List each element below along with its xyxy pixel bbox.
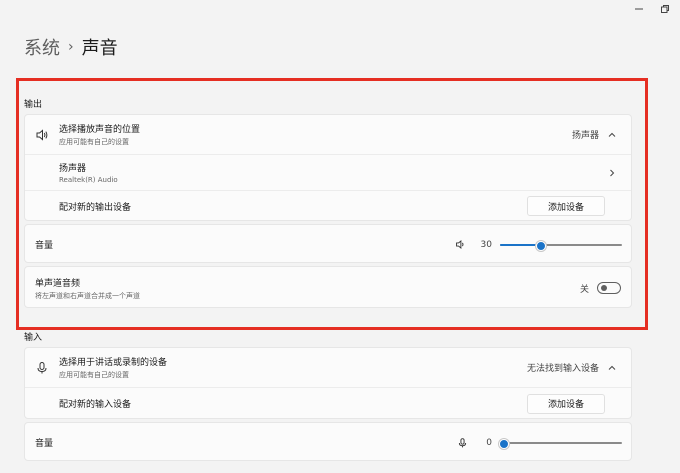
output-section-label: 输出 (24, 100, 43, 110)
output-volume-value: 30 (480, 239, 492, 250)
mono-audio-title: 单声道音频 (35, 278, 81, 289)
output-volume-label: 音量 (35, 241, 54, 251)
chevron-right-icon[interactable] (607, 168, 619, 178)
restore-icon[interactable] (660, 4, 672, 14)
breadcrumb-parent[interactable]: 系统 (24, 34, 60, 60)
choose-input-device-row[interactable]: 选择用于讲话或录制的设备 应用可能有自己的设置 无法找到输入设备 (25, 348, 631, 387)
breadcrumb-separator: › (68, 39, 74, 55)
speaker-device-subtitle: Realtek(R) Audio (59, 176, 118, 184)
speaker-icon (25, 128, 59, 142)
output-volume-thumb[interactable] (535, 240, 546, 251)
output-volume-card: 音量 30 (24, 224, 632, 263)
input-section-label: 输入 (24, 333, 43, 343)
selected-input-device: 无法找到输入设备 (526, 364, 599, 374)
mono-audio-card: 单声道音频 将左声道和右声道合并成一个声道 关 (24, 266, 632, 308)
microphone-icon (25, 361, 59, 375)
speaker-device-title: 扬声器 (59, 164, 87, 174)
input-volume-card: 音量 0 (24, 422, 632, 461)
output-device-card: 选择播放声音的位置 应用可能有自己的设置 扬声器 扬声器 Realtek(R) … (24, 114, 632, 221)
input-volume-thumb[interactable] (499, 438, 509, 449)
window-controls (634, 4, 672, 14)
chevron-up-icon[interactable] (607, 130, 619, 140)
output-volume-row: 音量 30 (25, 225, 631, 264)
pair-output-label: 配对新的输出设备 (59, 202, 132, 213)
volume-icon[interactable] (455, 239, 466, 250)
chevron-up-icon[interactable] (607, 363, 619, 373)
pair-input-row: 配对新的输入设备 添加设备 (25, 387, 631, 419)
input-device-card: 选择用于讲话或录制的设备 应用可能有自己的设置 无法找到输入设备 配对新的输入设… (24, 347, 632, 419)
speaker-device-row[interactable]: 扬声器 Realtek(R) Audio (25, 154, 631, 190)
settings-window: 系统 › 声音 输出 选择播放声音的位置 应用可能有自己的设置 扬声器 扬声器 … (0, 0, 680, 473)
page-title: 声音 (81, 38, 118, 59)
mono-audio-toggle[interactable] (597, 282, 621, 294)
output-volume-slider[interactable] (500, 240, 622, 251)
selected-output-device: 扬声器 (571, 131, 599, 141)
pair-input-label: 配对新的输入设备 (59, 400, 132, 410)
choose-input-subtitle: 应用可能有自己的设置 (59, 371, 129, 379)
microphone-icon (457, 437, 468, 449)
pair-output-row: 配对新的输出设备 添加设备 (25, 190, 631, 221)
choose-output-device-row[interactable]: 选择播放声音的位置 应用可能有自己的设置 扬声器 (25, 115, 631, 154)
input-volume-slider[interactable] (499, 438, 622, 449)
choose-output-title: 选择播放声音的位置 (59, 125, 141, 135)
mono-audio-state: 关 (579, 284, 589, 295)
mono-audio-row: 单声道音频 将左声道和右声道合并成一个声道 关 (25, 267, 631, 309)
choose-output-subtitle: 应用可能有自己的设置 (59, 138, 129, 146)
add-output-device-button[interactable]: 添加设备 (527, 196, 605, 216)
add-input-device-button[interactable]: 添加设备 (527, 393, 605, 414)
mono-audio-subtitle: 将左声道和右声道合并成一个声道 (35, 291, 140, 300)
input-volume-value: 0 (486, 437, 492, 448)
input-volume-row: 音量 0 (25, 423, 631, 462)
minimize-icon[interactable] (634, 4, 646, 14)
input-volume-label: 音量 (35, 439, 54, 449)
choose-input-title: 选择用于讲话或录制的设备 (59, 358, 168, 368)
breadcrumb: 系统 › 声音 (24, 34, 118, 60)
